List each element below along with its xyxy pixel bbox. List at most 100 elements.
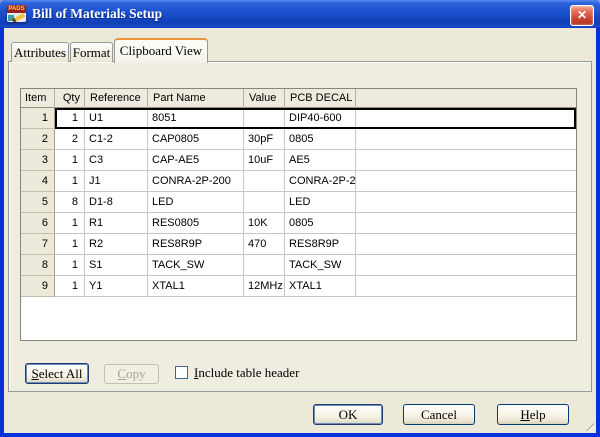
cell-item[interactable]: 2 [21,129,55,150]
cell-part-name[interactable]: CAP0805 [148,129,244,150]
cell-value[interactable]: 470 [244,234,285,255]
cell-filler [356,108,576,129]
table-row[interactable]: 81S1TACK_SWTACK_SW [21,255,576,276]
cell-reference[interactable]: C3 [85,150,148,171]
close-icon: ✕ [577,8,587,22]
cell-value[interactable]: 30pF [244,129,285,150]
cell-item[interactable]: 4 [21,171,55,192]
cell-value[interactable] [244,108,285,129]
cell-pcb-decal[interactable]: CONRA-2P-200 [285,171,356,192]
cell-part-name[interactable]: 8051 [148,108,244,129]
cell-qty[interactable]: 1 [55,255,85,276]
column-header-reference: Reference [85,89,148,108]
cell-reference[interactable]: R2 [85,234,148,255]
cell-part-name[interactable]: XTAL1 [148,276,244,297]
cell-item[interactable]: 8 [21,255,55,276]
cell-reference[interactable]: R1 [85,213,148,234]
column-header-filler [356,89,576,108]
cell-value[interactable]: 10uF [244,150,285,171]
include-table-header-label[interactable]: Include table header [194,364,299,381]
cell-filler [356,213,576,234]
table-row[interactable]: 61R1RES080510K0805 [21,213,576,234]
close-button[interactable]: ✕ [570,5,594,26]
cell-value[interactable]: 12MHz [244,276,285,297]
cell-qty[interactable]: 1 [55,213,85,234]
cell-qty[interactable]: 1 [55,150,85,171]
copy-button[interactable]: Copy [104,364,159,384]
cell-pcb-decal[interactable]: XTAL1 [285,276,356,297]
cell-part-name[interactable]: CAP-AE5 [148,150,244,171]
cell-filler [356,150,576,171]
cell-value[interactable] [244,255,285,276]
cell-value[interactable]: 10K [244,213,285,234]
cell-reference[interactable]: D1-8 [85,192,148,213]
cell-part-name[interactable]: TACK_SW [148,255,244,276]
table-row[interactable]: 22C1-2CAP080530pF0805 [21,129,576,150]
tab-format[interactable]: Format [70,42,113,62]
cell-pcb-decal[interactable]: DIP40-600 [285,108,356,129]
cell-item[interactable]: 9 [21,276,55,297]
cell-pcb-decal[interactable]: RES8R9P [285,234,356,255]
select-all-button[interactable]: Select All [25,363,89,384]
tab-attributes[interactable]: Attributes [11,42,69,62]
column-header-item: Item [21,89,55,108]
tab-clipboard-view[interactable]: Clipboard View [114,38,208,63]
cell-item[interactable]: 5 [21,192,55,213]
include-table-header-checkbox[interactable] [175,366,188,379]
cell-qty[interactable]: 1 [55,234,85,255]
cell-part-name[interactable]: LED [148,192,244,213]
cell-part-name[interactable]: CONRA-2P-200 [148,171,244,192]
cell-filler [356,255,576,276]
cell-reference[interactable]: C1-2 [85,129,148,150]
column-header-part-name: Part Name [148,89,244,108]
cell-pcb-decal[interactable]: 0805 [285,213,356,234]
cell-pcb-decal[interactable]: LED [285,192,356,213]
window-title: Bill of Materials Setup [32,0,162,28]
resize-grip[interactable] [581,418,594,431]
cell-qty[interactable]: 8 [55,192,85,213]
cell-qty[interactable]: 1 [55,108,85,129]
grid-body: 11U18051DIP40-60022C1-2CAP080530pF080531… [21,108,576,297]
cancel-button[interactable]: Cancel [403,404,475,425]
cell-part-name[interactable]: RES8R9P [148,234,244,255]
cell-value[interactable] [244,192,285,213]
cell-reference[interactable]: Y1 [85,276,148,297]
cell-reference[interactable]: S1 [85,255,148,276]
cell-value[interactable] [244,171,285,192]
ok-button[interactable]: OK [313,404,383,425]
cell-item[interactable]: 1 [21,108,55,129]
cell-item[interactable]: 7 [21,234,55,255]
cell-reference[interactable]: J1 [85,171,148,192]
table-row[interactable]: 91Y1XTAL112MHzXTAL1 [21,276,576,297]
column-header-qty: Qty [55,89,85,108]
table-row[interactable]: 71R2RES8R9P470RES8R9P [21,234,576,255]
dialog-client-area: Attributes Format Clipboard View ItemQty… [4,28,596,433]
table-row[interactable]: 41J1CONRA-2P-200CONRA-2P-200 [21,171,576,192]
table-row[interactable]: 58D1-8LEDLED [21,192,576,213]
titlebar[interactable]: PADS Bill of Materials Setup ✕ [0,0,600,28]
help-button[interactable]: Help [497,404,569,425]
cell-item[interactable]: 3 [21,150,55,171]
cell-part-name[interactable]: RES0805 [148,213,244,234]
column-header-value: Value [244,89,285,108]
cell-qty[interactable]: 2 [55,129,85,150]
pads-app-icon: PADS [7,5,26,22]
column-header-pcb-decal: PCB DECAL [285,89,356,108]
cell-filler [356,129,576,150]
table-row[interactable]: 31C3CAP-AE510uFAE5 [21,150,576,171]
cell-filler [356,171,576,192]
cell-pcb-decal[interactable]: TACK_SW [285,255,356,276]
cell-qty[interactable]: 1 [55,276,85,297]
cell-pcb-decal[interactable]: AE5 [285,150,356,171]
bill-of-materials-dialog: PADS Bill of Materials Setup ✕ Attribute… [0,0,600,437]
cell-filler [356,276,576,297]
bom-grid[interactable]: ItemQtyReferencePart NameValuePCB DECAL … [20,88,577,341]
cell-pcb-decal[interactable]: 0805 [285,129,356,150]
cell-filler [356,192,576,213]
cell-filler [356,234,576,255]
table-row[interactable]: 11U18051DIP40-600 [21,108,576,129]
cell-qty[interactable]: 1 [55,171,85,192]
pads-logo-text: PADS [7,5,26,13]
cell-item[interactable]: 6 [21,213,55,234]
cell-reference[interactable]: U1 [85,108,148,129]
